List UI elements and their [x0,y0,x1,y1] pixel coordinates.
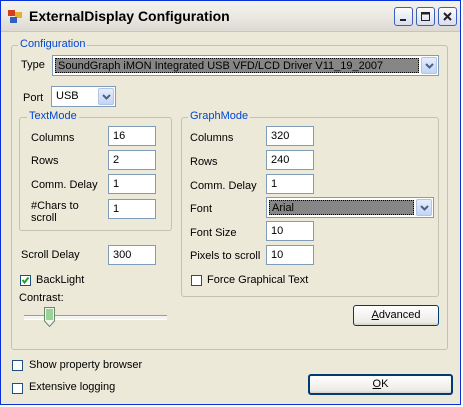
show-property-browser-checkbox[interactable] [12,360,23,371]
gm-font-combobox[interactable]: Arial [266,197,434,218]
tm-rows-label: Rows [31,155,59,167]
gm-font-label: Font [190,203,213,215]
type-label: Type [21,59,45,71]
chevron-down-icon [420,205,429,211]
advanced-label: dvanced [378,309,421,321]
force-graphical-checkbox[interactable] [191,275,202,286]
textmode-group-label: TextMode [27,110,79,122]
gm-columns-input[interactable] [266,126,314,146]
gm-font-value: Arial [269,200,414,215]
advanced-label-accelerator: A [371,309,379,321]
contrast-label: Contrast: [19,292,64,304]
tm-comm-delay-label: Comm. Delay [31,179,98,191]
ok-button[interactable]: OK [308,374,453,395]
show-property-browser-label: Show property browser [29,359,143,371]
font-dropdown-button[interactable] [416,199,432,216]
title-bar[interactable]: ExternalDisplay Configuration [1,1,460,32]
configuration-group-label: Configuration [18,38,88,50]
backlight-checkbox[interactable] [20,275,31,286]
maximize-button[interactable] [416,7,435,26]
advanced-button[interactable]: Advanced [353,305,439,326]
scroll-delay-label: Scroll Delay [21,249,80,261]
type-value: SoundGraph iMON Integrated USB VFD/LCD D… [55,58,419,73]
close-button[interactable] [438,7,457,26]
window-title: ExternalDisplay Configuration [29,8,230,24]
gm-comm-delay-label: Comm. Delay [190,180,257,192]
gm-pixels-scroll-label: Pixels to scroll [190,250,261,262]
gm-font-size-input[interactable] [266,221,314,241]
chevron-down-icon [425,63,434,69]
close-icon [443,12,452,21]
tm-chars-scroll-label-2: scroll [31,212,57,224]
gm-rows-input[interactable] [266,150,314,170]
gm-font-size-label: Font Size [190,227,237,239]
type-dropdown-button[interactable] [421,57,437,74]
tm-comm-delay-input[interactable] [108,174,156,194]
tm-columns-input[interactable] [108,126,156,146]
minimize-button[interactable] [394,7,413,26]
port-dropdown-button[interactable] [98,88,114,105]
ok-label: K [381,378,389,390]
gm-comm-delay-input[interactable] [266,174,314,194]
type-combobox[interactable]: SoundGraph iMON Integrated USB VFD/LCD D… [52,55,439,76]
ok-label-accelerator: O [372,378,382,390]
gm-columns-label: Columns [190,132,234,144]
tm-chars-scroll-label-1: #Chars to [31,200,79,212]
tm-rows-input[interactable] [108,150,156,170]
maximize-icon [421,12,430,21]
tm-columns-label: Columns [31,132,75,144]
tm-chars-scroll-input[interactable] [108,199,156,219]
force-graphical-label: Force Graphical Text [207,274,309,286]
app-icon [8,10,22,23]
graphmode-group-label: GraphMode [188,110,251,122]
gm-rows-label: Rows [190,156,218,168]
config-window: ExternalDisplay Configuration Configurat… [0,0,461,405]
gm-pixels-scroll-input[interactable] [266,245,314,265]
extensive-logging-checkbox[interactable] [12,383,23,394]
port-value: USB [56,90,79,102]
port-combobox[interactable]: USB [51,86,116,107]
chevron-down-icon [102,94,111,100]
extensive-logging-label: Extensive logging [29,381,116,393]
scroll-delay-input[interactable] [108,245,156,265]
minimize-icon [400,19,406,21]
checkmark-icon [21,276,30,285]
port-label: Port [23,92,44,104]
backlight-label: BackLight [36,274,85,286]
contrast-slider-thumb[interactable] [43,307,55,327]
